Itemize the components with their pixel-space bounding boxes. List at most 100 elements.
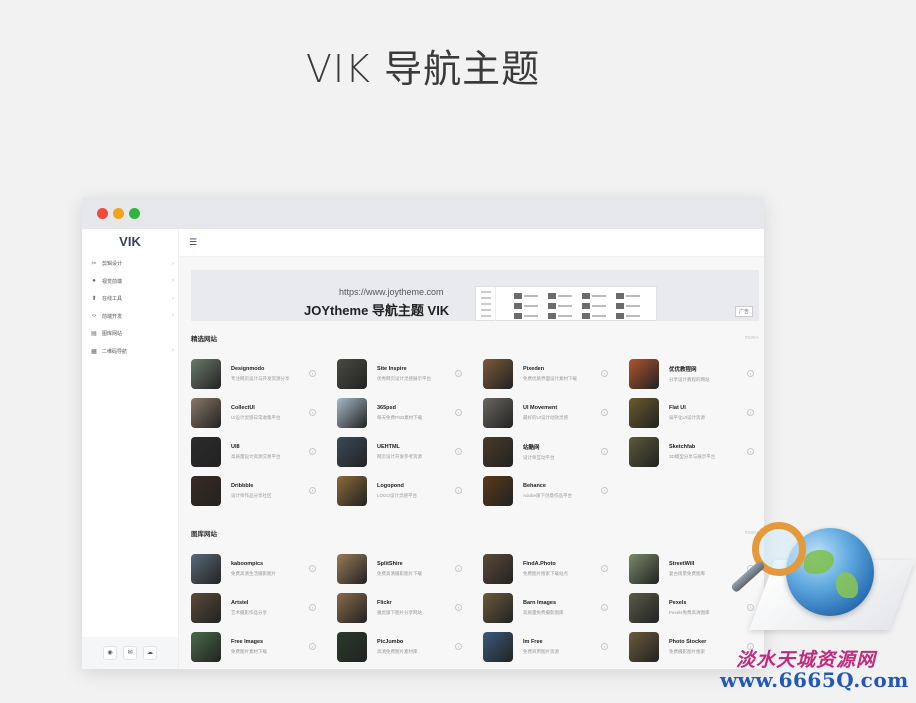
site-card[interactable]: Free Images 免费图片素材下载 i (191, 628, 331, 665)
info-icon[interactable]: i (309, 565, 316, 572)
site-card[interactable]: UI Movement 最好的UI设计动效灵感 i (483, 394, 623, 431)
info-icon[interactable]: i (309, 409, 316, 416)
site-card[interactable]: SplitShire 免费高清摄影图片下载 i (337, 550, 477, 587)
site-card[interactable]: Logopond LOGO设计灵感平台 i (337, 472, 477, 509)
site-name: CollectUI (231, 404, 255, 411)
site-card[interactable]: Flat UI 扁平化UI设计资源 i (629, 394, 764, 431)
section-header: 图库网站 more+ (191, 526, 759, 540)
preview-text-line (592, 295, 606, 297)
info-icon[interactable]: i (601, 409, 608, 416)
info-icon[interactable]: i (455, 409, 462, 416)
topbar: ☰ (179, 229, 764, 257)
section-more-link[interactable]: more+ (745, 335, 759, 341)
site-card[interactable]: 优优教程网 分享设计教程的网站 i (629, 355, 764, 392)
site-card[interactable]: UEHTML 网页设计开发参考资源 i (337, 433, 477, 470)
close-window-button[interactable] (97, 208, 108, 219)
preview-thumbnail (582, 303, 590, 309)
info-icon[interactable]: i (309, 487, 316, 494)
sidebar-item[interactable]: ● 视觉前端 › (82, 273, 178, 291)
info-icon[interactable]: i (309, 370, 316, 377)
sidebar-item[interactable]: ‹› 前端开发 › (82, 308, 178, 326)
cloud-icon-button[interactable]: ☁ (143, 646, 157, 660)
site-card-text: 365psd 每天免费PSD素材下载 (377, 405, 451, 421)
site-card-text: Flat UI 扁平化UI设计资源 (669, 405, 743, 421)
site-card[interactable]: 365psd 每天免费PSD素材下载 i (337, 394, 477, 431)
sidebar-footer: ◉ ✉ ☁ (82, 637, 178, 669)
banner-url: https://www.joytheme.com (339, 287, 444, 297)
mail-icon-button[interactable]: ✉ (123, 646, 137, 660)
preview-sidebar (476, 287, 496, 321)
sidebar-item[interactable]: ✂ 剪辑设计 › (82, 255, 178, 273)
preview-thumbnail (514, 313, 522, 319)
info-icon[interactable]: i (747, 409, 754, 416)
site-card[interactable]: Site Inspire 优秀网页设计灵感展示平台 i (337, 355, 477, 392)
info-icon[interactable]: i (455, 448, 462, 455)
site-card[interactable]: Artstel 艺术摄影作品分享 i (191, 589, 331, 626)
info-icon[interactable]: i (747, 370, 754, 377)
preview-thumbnail (548, 313, 556, 319)
site-card[interactable]: Sketchfab 3D模型分享与展示平台 i (629, 433, 764, 470)
maximize-window-button[interactable] (129, 208, 140, 219)
hamburger-menu-icon[interactable]: ☰ (189, 238, 197, 247)
site-description: 最好的UI设计动效灵感 (523, 414, 568, 420)
site-name: Barn Images (523, 599, 557, 606)
info-icon[interactable]: i (601, 487, 608, 494)
site-card[interactable]: CollectUI UI设计灵感日常收集平台 i (191, 394, 331, 431)
site-thumbnail (483, 475, 513, 506)
info-icon[interactable]: i (455, 370, 462, 377)
sidebar-item[interactable]: ▤ 图库网站 (82, 325, 178, 343)
site-card[interactable]: UI8 高质量设计资源交易平台 i (191, 433, 331, 470)
site-card[interactable]: Behance Adobe旗下创意作品平台 i (483, 472, 623, 509)
ad-banner[interactable]: https://www.joytheme.com JOYtheme 导航主题 V… (191, 270, 759, 321)
site-description: 雅虎旗下图片分享网站 (377, 609, 422, 615)
site-card-text: 优优教程网 分享设计教程的网站 (669, 365, 743, 383)
sidebar-item-label: 图库网站 (102, 331, 123, 338)
site-card[interactable]: FindA.Photo 免费图片搜索下载站点 i (483, 550, 623, 587)
info-icon[interactable]: i (601, 604, 608, 611)
info-icon[interactable]: i (309, 643, 316, 650)
site-card[interactable]: kaboompics 免费高清生活摄影图片 i (191, 550, 331, 587)
site-card[interactable]: PicJumbo 高清免费图片素材库 i (337, 628, 477, 665)
info-icon[interactable]: i (309, 604, 316, 611)
site-description: 高清免费图片素材库 (377, 648, 418, 654)
site-name: SplitShire (377, 560, 403, 567)
site-card[interactable]: 站酷网 设计师互动平台 i (483, 433, 623, 470)
info-icon[interactable]: i (309, 448, 316, 455)
preview-text-line (558, 315, 572, 317)
site-card-text: Photo Stocker 免费摄影图片搜索 (669, 639, 743, 655)
site-thumbnail (191, 592, 221, 623)
info-icon[interactable]: i (601, 370, 608, 377)
info-icon[interactable]: i (455, 643, 462, 650)
site-description: 免费高清生活摄影图片 (231, 570, 276, 576)
user-icon-button[interactable]: ◉ (103, 646, 117, 660)
site-card[interactable]: Im Free 免费商用图片资源 i (483, 628, 623, 665)
site-thumbnail (191, 397, 221, 428)
site-card[interactable]: Dribbble 设计师作品分享社区 i (191, 472, 331, 509)
info-icon[interactable]: i (455, 565, 462, 572)
site-card[interactable]: Barn Images 高质量免费摄影图库 i (483, 589, 623, 626)
banner-title: JOYtheme 导航主题 VIK (304, 303, 450, 318)
site-card[interactable]: Designmodo 专注网页设计与开发资源分享 i (191, 355, 331, 392)
info-icon[interactable]: i (455, 604, 462, 611)
hero-title: VIK 导航主题 (305, 47, 541, 91)
sidebar-item[interactable]: ▦ 二维码导航 › (82, 343, 178, 361)
site-description: 高质量设计资源交易平台 (231, 453, 281, 459)
sidebar-item[interactable]: ⬆ 在线工具 › (82, 290, 178, 308)
site-thumbnail (483, 358, 513, 389)
site-card-text: UI Movement 最好的UI设计动效灵感 (523, 405, 597, 421)
site-logo[interactable]: VIK (82, 229, 178, 255)
nav-item-icon: ✂ (91, 261, 97, 268)
info-icon[interactable]: i (601, 643, 608, 650)
preview-text-line (626, 295, 640, 297)
info-icon[interactable]: i (455, 487, 462, 494)
sidebar-nav: ✂ 剪辑设计 › ● 视觉前端 › ⬆ 在线工具 › ‹› 前端开发 › ▤ 图库网站 ▦ 二维码导航 › (82, 255, 178, 360)
info-icon[interactable]: i (601, 565, 608, 572)
site-card[interactable]: Pixeden 免费优质界面设计素材下载 i (483, 355, 623, 392)
minimize-window-button[interactable] (113, 208, 124, 219)
site-card[interactable]: Flickr 雅虎旗下图片分享网站 i (337, 589, 477, 626)
info-icon[interactable]: i (601, 448, 608, 455)
site-name: Im Free (523, 638, 543, 645)
site-description: UI设计灵感日常收集平台 (231, 414, 281, 420)
info-icon[interactable]: i (747, 448, 754, 455)
site-card-text: Dribbble 设计师作品分享社区 (231, 483, 305, 499)
